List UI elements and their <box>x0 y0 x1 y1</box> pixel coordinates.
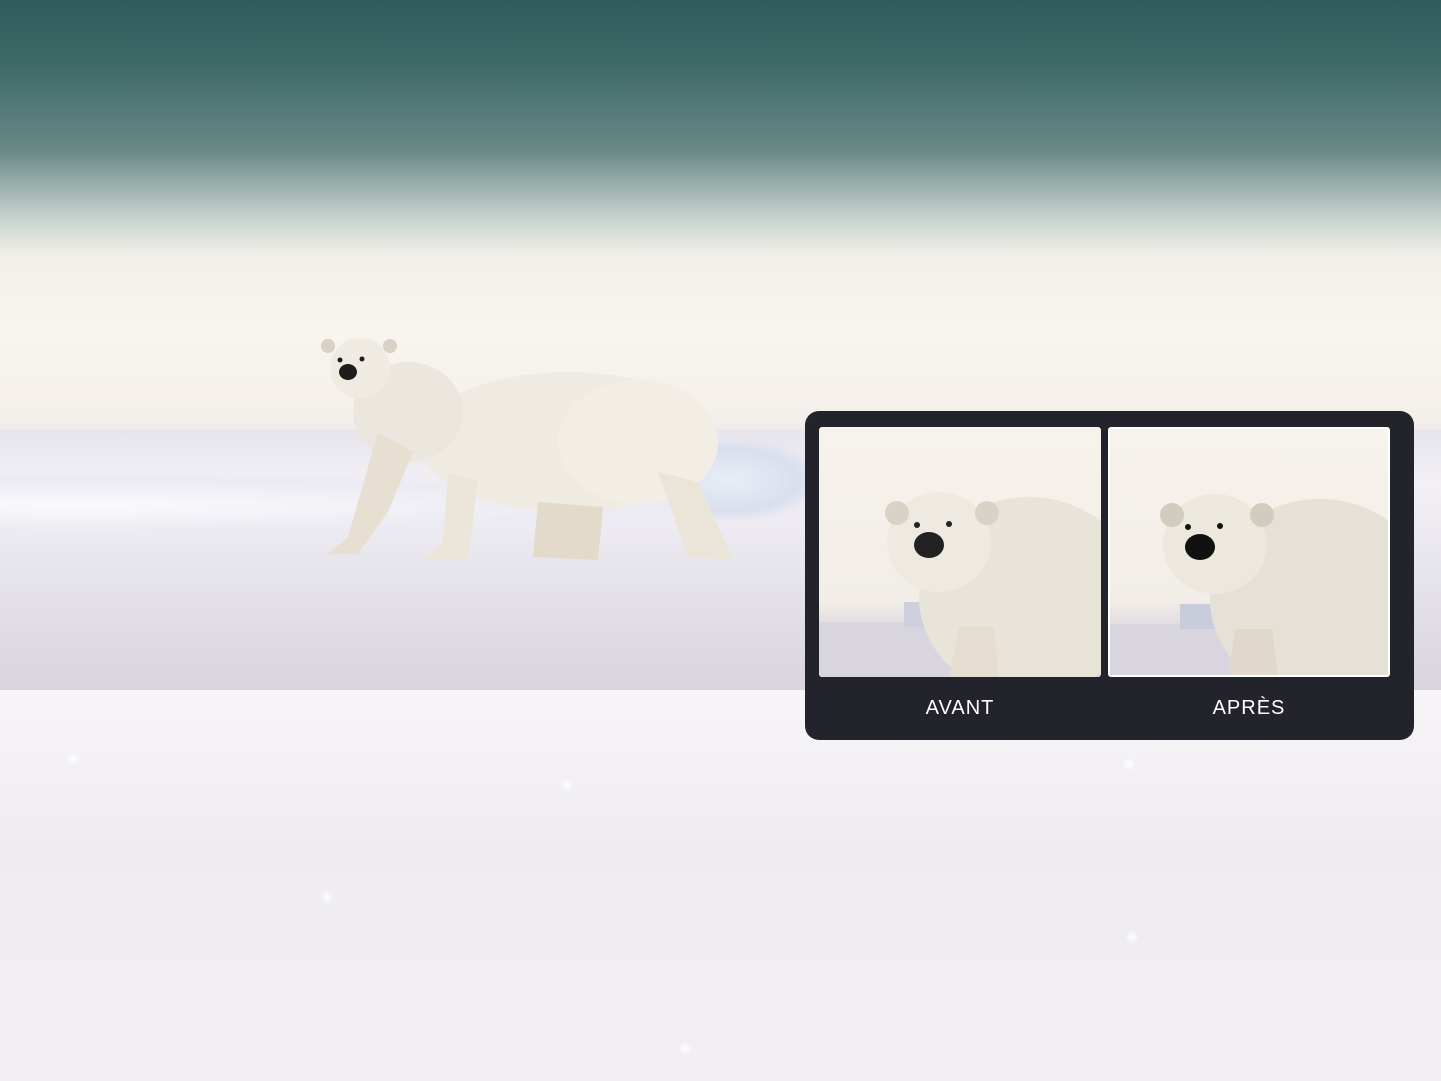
after-image <box>1108 427 1390 677</box>
before-label: AVANT <box>925 697 995 719</box>
before-image <box>819 427 1101 677</box>
snow-sparkle <box>560 778 574 792</box>
before-after-panel: AVANT APRÈS <box>805 411 1414 740</box>
polar-bear-image <box>321 338 733 560</box>
snow-sparkle <box>320 890 334 904</box>
photo-background: AVANT APRÈS <box>0 0 1441 1081</box>
snow-sparkle <box>66 752 80 766</box>
after-label: APRÈS <box>1212 697 1286 719</box>
snow-sparkle <box>1122 757 1136 771</box>
snow-sparkle <box>1125 930 1139 944</box>
snow-sparkle <box>678 1042 692 1056</box>
foreground-snow <box>0 690 1441 1081</box>
